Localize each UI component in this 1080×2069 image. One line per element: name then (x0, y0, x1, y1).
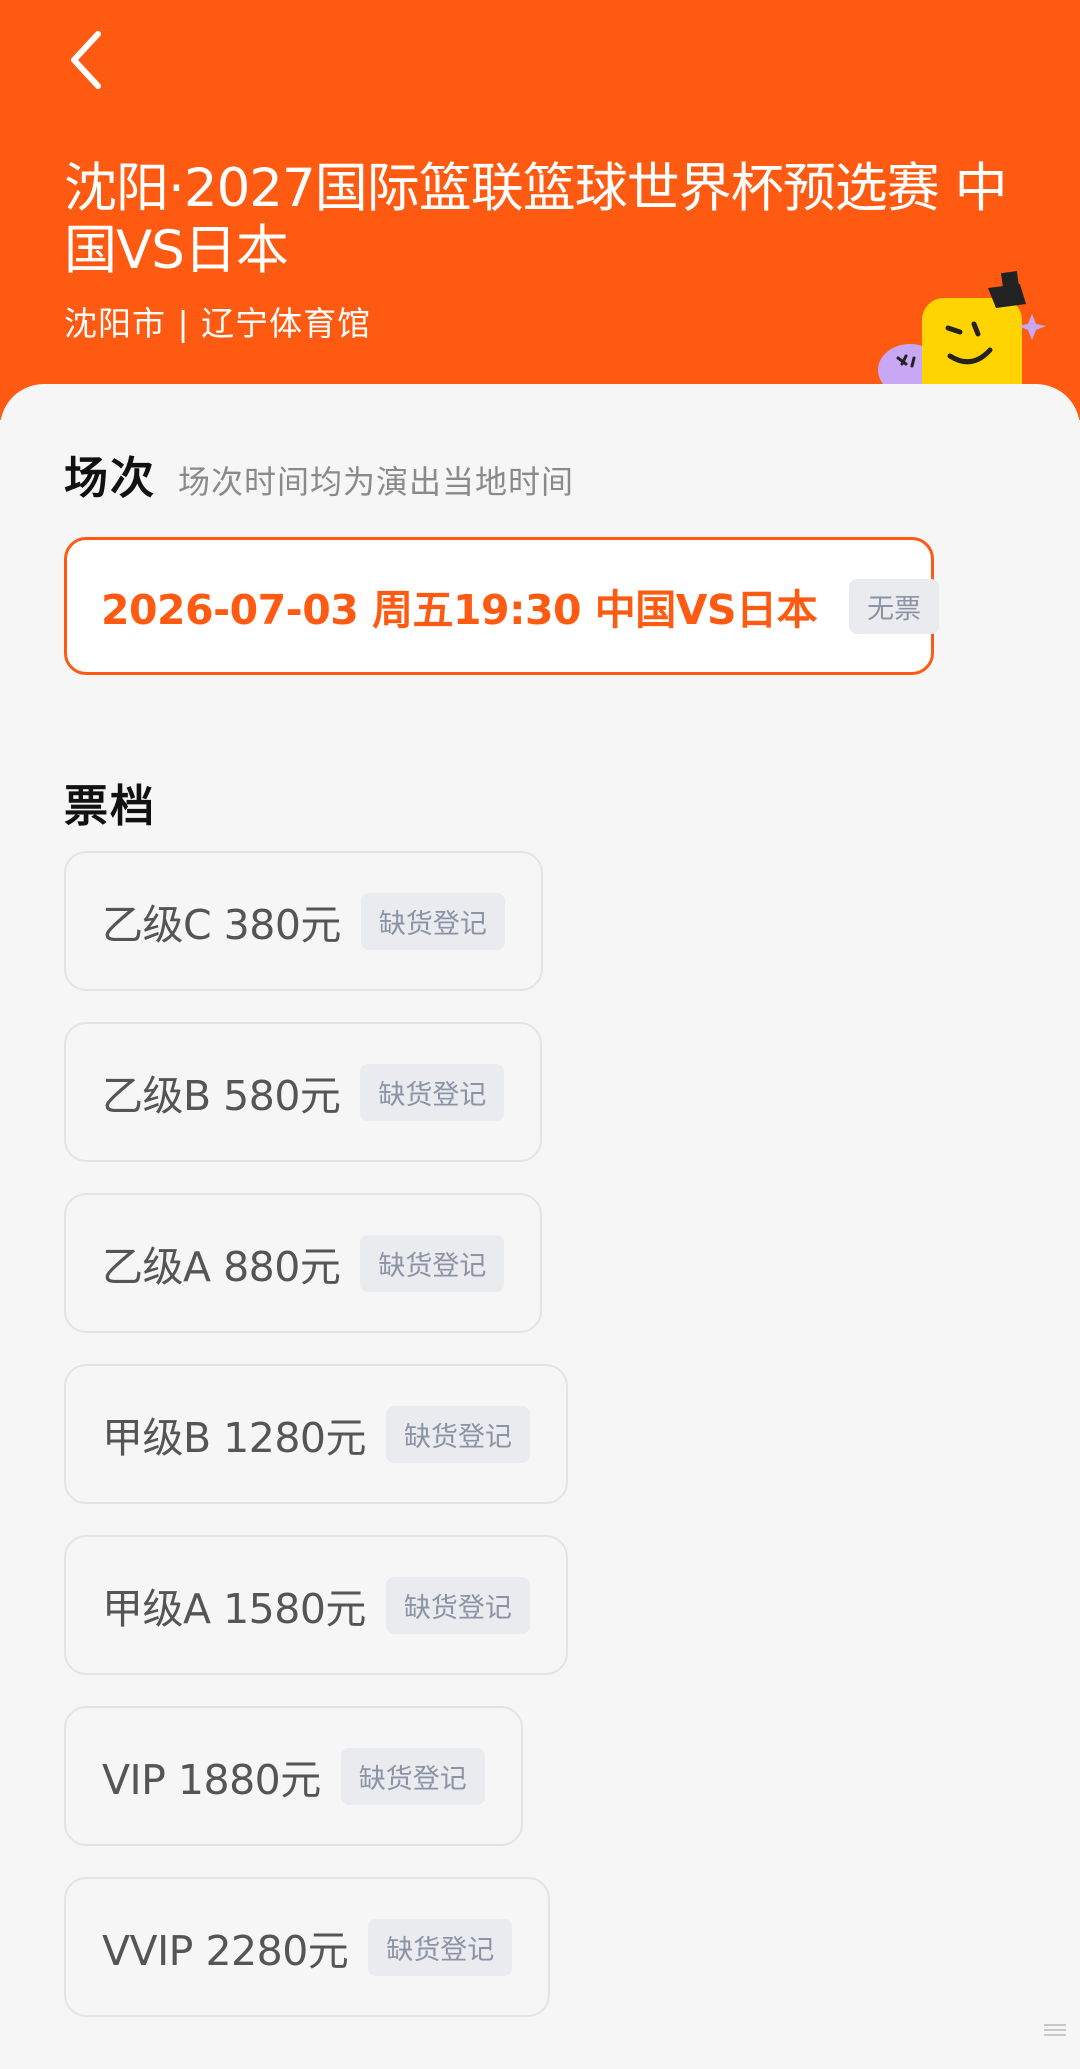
session-section-header: 场次 场次时间均为演出当地时间 (64, 442, 574, 506)
restock-register-badge: 缺货登记 (386, 1405, 531, 1463)
restock-register-badge: 缺货登记 (360, 1234, 505, 1292)
restock-register-badge: 缺货登记 (368, 1918, 513, 1976)
event-venue: 沈阳市 | 辽宁体育馆 (64, 304, 372, 343)
ticket-tier-option[interactable]: VVIP 2280元 缺货登记 (64, 1877, 551, 2017)
ticket-tier-option[interactable]: 乙级A 880元 缺货登记 (64, 1193, 543, 1333)
tier-section-header: 票档 (64, 770, 156, 834)
ticket-tier-label: 甲级A 1580元 (102, 1585, 366, 1633)
ticket-tier-option[interactable]: 甲级B 1280元 缺货登记 (64, 1364, 569, 1504)
ticket-tier-label: 乙级B 580元 (102, 1072, 341, 1120)
event-title: 沈阳·2027国际篮联篮球世界杯预选赛 中国VS日本 (64, 158, 1008, 281)
ticket-tier-label: VIP 1880元 (102, 1756, 321, 1804)
ticket-tier-option[interactable]: 甲级A 1580元 缺货登记 (64, 1535, 568, 1675)
ticket-tier-option[interactable]: 乙级B 580元 缺货登记 (64, 1022, 543, 1162)
event-header: 沈阳·2027国际篮联篮球世界杯预选赛 中国VS日本 沈阳市 | 辽宁体育馆 (0, 0, 1080, 420)
session-option-selected[interactable]: 2026-07-03 周五19:30 中国VS日本 无票 (64, 537, 940, 675)
session-label: 2026-07-03 周五19:30 中国VS日本 (101, 586, 818, 634)
ticket-tier-label: 乙级A 880元 (102, 1243, 341, 1291)
restock-register-badge: 缺货登记 (385, 1576, 530, 1634)
restock-register-badge: 缺货登记 (340, 1747, 485, 1805)
restock-register-badge: 缺货登记 (360, 1063, 505, 1121)
back-button[interactable] (58, 22, 118, 98)
restock-register-badge: 缺货登记 (360, 892, 505, 950)
ticket-tier-label: VVIP 2280元 (102, 1927, 349, 1975)
tier-section-title: 票档 (64, 781, 156, 832)
session-section-title: 场次 (64, 453, 156, 504)
ticket-tier-label: 乙级C 380元 (102, 901, 341, 949)
chevron-left-icon (71, 31, 101, 89)
session-section-note: 场次时间均为演出当地时间 (178, 463, 575, 501)
ticket-tier-option[interactable]: VIP 1880元 缺货登记 (64, 1706, 523, 1846)
ticket-tier-option[interactable]: 乙级C 380元 缺货登记 (64, 851, 543, 991)
scroll-handle-icon (1044, 2024, 1066, 2044)
mascot-illustration (878, 270, 1046, 400)
session-status-badge: 无票 (849, 578, 940, 634)
ticket-tier-label: 甲级B 1280元 (102, 1414, 367, 1462)
